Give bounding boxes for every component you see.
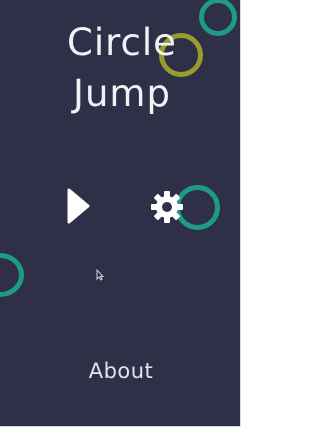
play-icon <box>67 188 90 224</box>
game-title-line-2: Jump <box>73 72 171 115</box>
decorative-ring-left <box>0 253 24 297</box>
gear-icon <box>151 191 183 223</box>
game-title-line-1: Circle <box>67 21 177 64</box>
play-button[interactable] <box>64 188 92 224</box>
settings-button[interactable] <box>149 189 185 225</box>
mouse-cursor-icon <box>96 266 105 281</box>
game-screen: Circle Jump About <box>0 0 241 427</box>
about-button[interactable]: About <box>70 357 172 385</box>
